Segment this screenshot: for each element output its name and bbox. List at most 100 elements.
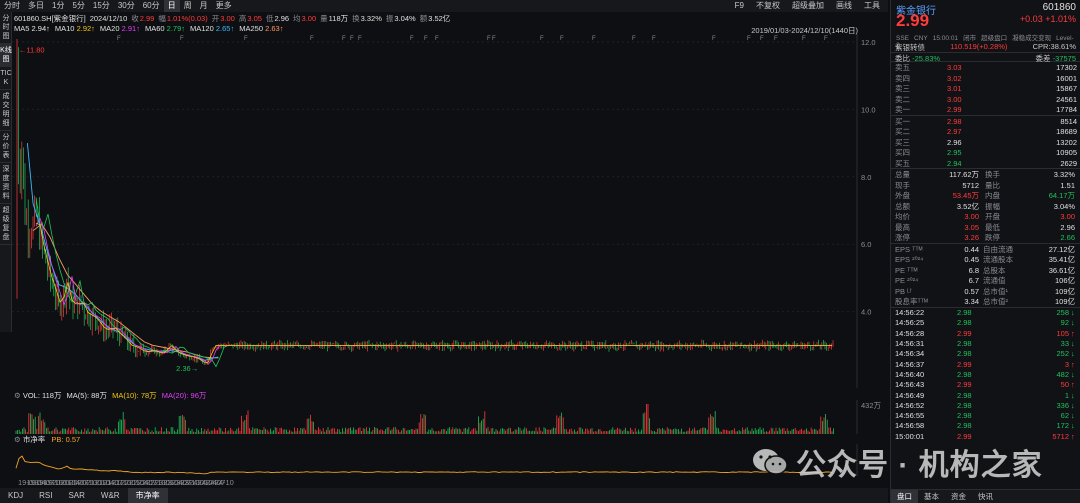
y-tick-1: 10.0 [861, 105, 876, 114]
event-marker[interactable]: F [632, 36, 636, 42]
period-tab-2[interactable]: 1分 [48, 0, 68, 12]
event-marker[interactable]: F [592, 36, 596, 42]
indicator-tab-0[interactable]: KDJ [0, 488, 31, 503]
volume-chart[interactable]: 432万 [12, 400, 888, 434]
vol-value: VOL: 118万 [22, 391, 62, 400]
stat-row-0: 总量 117.62万 换手 3.32% [895, 170, 1075, 179]
toolbar-action-1[interactable]: 不复权 [752, 0, 784, 12]
event-marker[interactable]: F [560, 36, 564, 42]
status-part-5[interactable]: 凝稳成交变现 [1012, 35, 1051, 42]
order-ratio-row: 委比 -25.83% 委差 -37575 [891, 52, 1080, 63]
tick-list[interactable]: 14:56:22 2.98 258 ↓ 14:56:25 2.98 92 ↓ 14:56:28 2… [891, 308, 1080, 442]
event-marker[interactable]: F [712, 36, 716, 42]
vol-axis-max: 432万 [861, 401, 882, 410]
ask-qty: 16001 [1056, 73, 1077, 83]
ask-label: 卖二 [895, 94, 910, 104]
event-marker[interactable]: F [760, 36, 764, 42]
ask-row-3[interactable]: 卖三 3.01 15867 [891, 83, 1080, 94]
event-marker[interactable]: F [652, 36, 656, 42]
ask-qty: 17784 [1056, 105, 1077, 114]
bid-label: 买二 [895, 127, 910, 136]
bid-qty: 10905 [1056, 148, 1077, 157]
view-tab-1[interactable]: K线图 [0, 44, 12, 67]
bid-row-3[interactable]: 买三 2.96 13202 [891, 137, 1080, 148]
ask-row-4[interactable]: 卖二 3.00 24561 [891, 94, 1080, 105]
period-tab-3[interactable]: 5分 [68, 0, 88, 12]
event-marker[interactable]: F [410, 36, 414, 42]
pb-settings-icon[interactable]: ⚙ [14, 435, 23, 444]
event-marker[interactable]: F [180, 36, 184, 42]
event-marker[interactable]: F [747, 36, 751, 42]
status-part-1: CNY [914, 35, 928, 42]
event-marker[interactable]: F [540, 36, 544, 42]
info-part-16: 换 [352, 14, 360, 23]
bid-row-1[interactable]: 买一 2.98 8514 [891, 116, 1080, 127]
event-marker[interactable]: F [492, 36, 496, 42]
toolbar-action-4[interactable]: 工具 [860, 0, 884, 12]
bid-row-4[interactable]: 买四 2.95 10905 [891, 147, 1080, 158]
period-tab-0[interactable]: 分时 [0, 0, 24, 12]
event-marker[interactable]: F [342, 36, 346, 42]
event-marker[interactable]: F [117, 36, 121, 42]
event-marker[interactable]: F [487, 36, 491, 42]
view-tab-6[interactable]: 超级复盘 [0, 204, 12, 245]
bid-row-2[interactable]: 买二 2.97 18689 [891, 126, 1080, 137]
period-tab-6[interactable]: 60分 [139, 0, 164, 12]
toolbar-action-2[interactable]: 超级叠加 [788, 0, 828, 12]
period-tab-5[interactable]: 30分 [114, 0, 139, 12]
event-marker[interactable]: F [358, 36, 362, 42]
period-tab-9[interactable]: 月 [196, 0, 212, 12]
indicator-tab-2[interactable]: SAR [60, 488, 92, 503]
info-part-4: 幅 [158, 14, 166, 23]
panel-tab-2[interactable]: 资金 [945, 490, 972, 503]
event-marker[interactable]: F [350, 36, 354, 42]
panel-tab-0[interactable]: 盘口 [891, 490, 918, 503]
event-marker[interactable]: F [824, 36, 828, 42]
panel-tab-3[interactable]: 快讯 [972, 490, 999, 503]
indicator-tab-1[interactable]: RSI [31, 488, 60, 503]
period-tab-1[interactable]: 多日 [24, 0, 48, 12]
panel-tab-1[interactable]: 基本 [918, 490, 945, 503]
ask-row-5[interactable]: 卖一 2.99 17784 [891, 104, 1080, 115]
ask-price: 2.99 [947, 105, 962, 114]
low-annotation: 2.36→ [176, 364, 198, 373]
convertible-bond-row[interactable]: 紫银转债 110.519(+0.28%) CPR:38.61% [891, 42, 1080, 52]
ask-row-1[interactable]: 卖五 3.03 17302 [891, 62, 1080, 73]
down-arrow-icon: ↓ [1071, 390, 1075, 400]
toolbar-action-3[interactable]: 画线 [832, 0, 856, 12]
event-marker[interactable]: F [435, 36, 439, 42]
view-tab-3[interactable]: 成交明细 [0, 90, 12, 131]
view-tab-0[interactable]: 分时图 [0, 12, 12, 44]
market-status-line: SSE CNY 15:00:01 闭市 超级盘口 凝稳成交变现 Level-2 [891, 32, 1080, 49]
period-tab-10[interactable]: 更多 [212, 0, 236, 12]
tick-row: 14:56:22 2.98 258 ↓ [891, 308, 1080, 318]
fundamentals: EPS ᵀᵀᴹ 0.44 自由流通 27.12亿 EPS ²⁰²⁴ 0.45 流通股本 35.… [891, 244, 1080, 307]
event-marker[interactable]: F [774, 36, 778, 42]
ask-label: 卖三 [895, 84, 910, 93]
info-part-2: 收 [131, 14, 139, 23]
period-tab-4[interactable]: 15分 [89, 0, 114, 12]
high-annotation: ←11.80 [19, 46, 45, 55]
ask-row-2[interactable]: 卖四 3.02 16001 [891, 73, 1080, 84]
info-part-5: 1.01%(0.03) [166, 14, 208, 23]
indicator-tab-4[interactable]: 市净率 [127, 488, 168, 503]
event-marker[interactable]: F [424, 36, 428, 42]
chart-area[interactable]: 601860.SH[紫金银行] 2024/12/10 收2.99 幅1.01%(0.0… [12, 12, 888, 488]
tick-row: 14:56:31 2.98 33 ↓ [891, 338, 1080, 348]
status-part-4[interactable]: 超级盘口 [981, 35, 1007, 42]
bid-label: 买三 [895, 137, 910, 147]
view-tab-2[interactable]: TICK [0, 67, 12, 90]
indicator-tab-3[interactable]: W&R [93, 488, 128, 503]
period-tab-8[interactable]: 周 [180, 0, 196, 12]
period-tab-7[interactable]: 日 [163, 0, 180, 12]
panel-tabs: 盘口 基本 资金 快讯 [891, 489, 1080, 503]
toolbar-action-0[interactable]: F9 [731, 0, 748, 12]
vol-settings-icon[interactable]: ⚙ [14, 391, 23, 400]
bid-row-5[interactable]: 买五 2.94 2629 [891, 158, 1080, 169]
event-marker[interactable]: F [310, 36, 314, 42]
event-marker[interactable]: F [244, 36, 248, 42]
view-tab-5[interactable]: 深度资料 [0, 163, 12, 204]
view-tab-4[interactable]: 分价表 [0, 131, 12, 163]
event-marker[interactable]: F [802, 36, 806, 42]
candlestick-chart[interactable]: 12.010.08.06.04.0←11.802.36→F F F F F F F F F F F F… [12, 34, 888, 388]
